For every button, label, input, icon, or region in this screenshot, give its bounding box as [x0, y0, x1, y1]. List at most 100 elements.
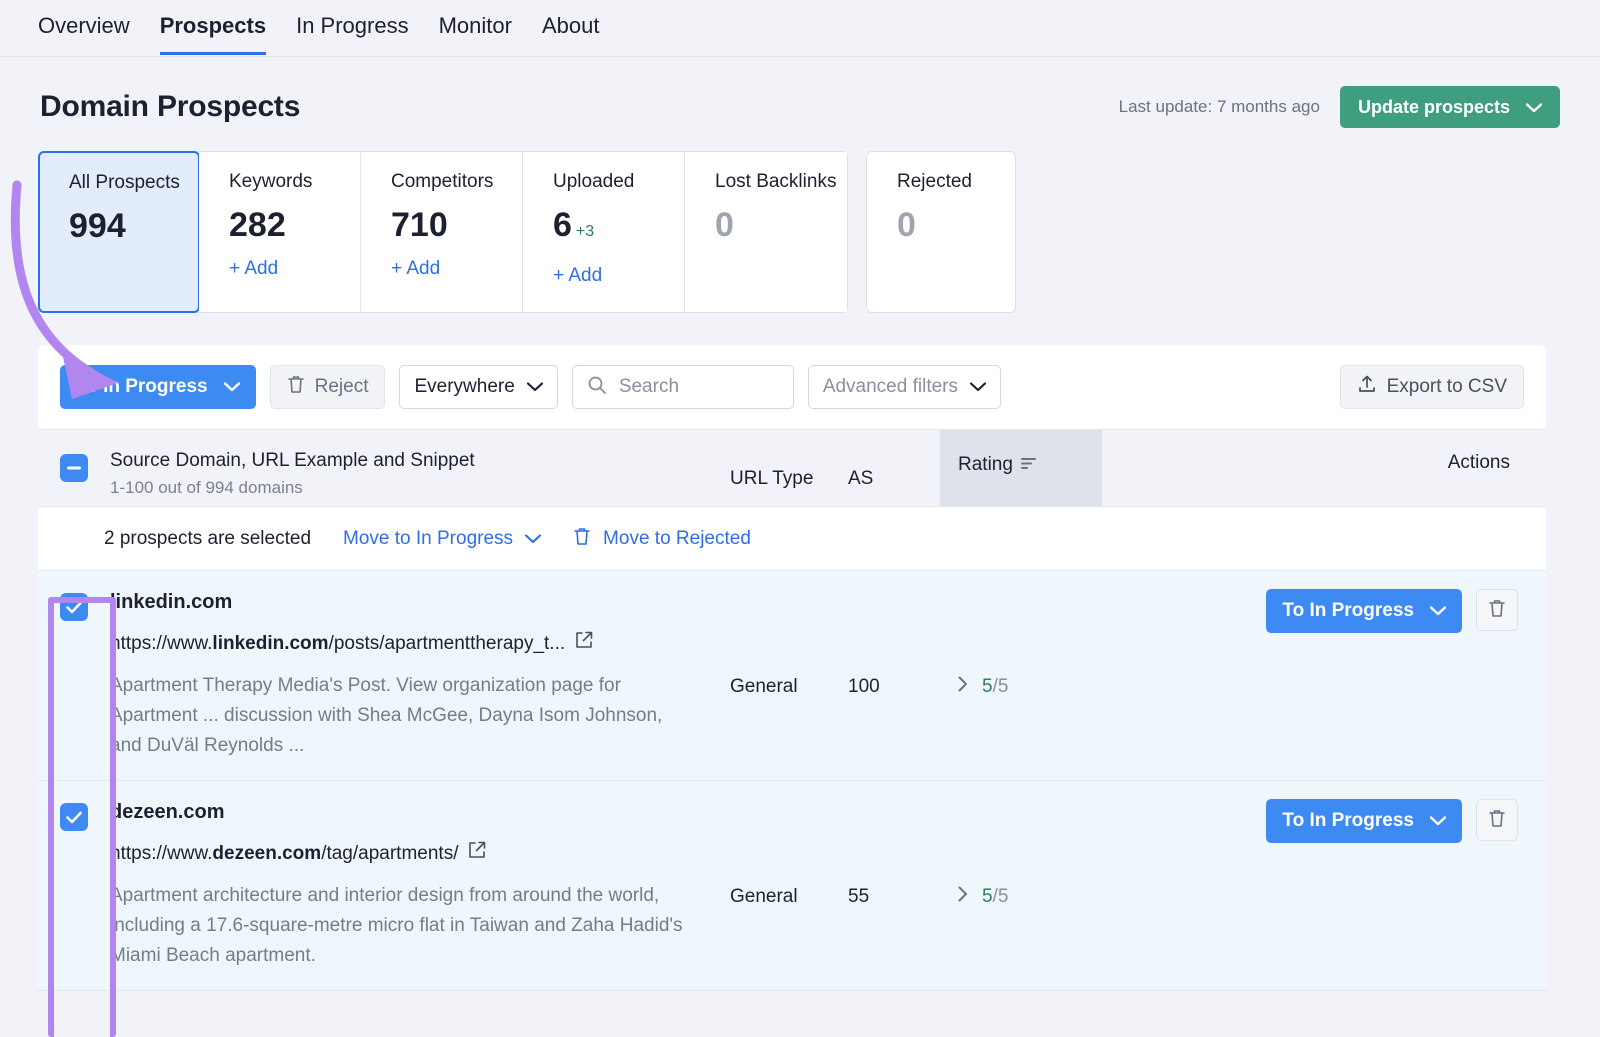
header-source-title: Source Domain, URL Example and Snippet: [110, 450, 475, 471]
header-url-type: URL Type: [730, 468, 814, 489]
tab-about[interactable]: About: [542, 12, 600, 55]
row-url[interactable]: https://www.linkedin.com/posts/apartment…: [110, 631, 700, 657]
row-to-in-progress-button[interactable]: To In Progress: [1266, 589, 1462, 633]
tab-monitor[interactable]: Monitor: [439, 12, 512, 55]
chevron-down-icon: [1525, 97, 1543, 118]
to-in-progress-label: To In Progress: [76, 376, 208, 397]
table-toolbar: To In Progress Reject Everywhere Advanc: [38, 345, 1546, 429]
header-rating[interactable]: Rating: [940, 430, 1102, 506]
row-as: 100: [848, 675, 880, 697]
row-source-cell: dezeen.com https://www.dezeen.com/tag/ap…: [110, 781, 730, 990]
row-to-in-progress-label: To In Progress: [1282, 600, 1414, 621]
row-select-cell: [38, 781, 110, 990]
prospects-panel: To In Progress Reject Everywhere Advanc: [38, 345, 1546, 991]
header-source-domain: Source Domain, URL Example and Snippet 1…: [110, 430, 730, 506]
select-all-cell: [38, 430, 110, 506]
move-to-rejected-label: Move to Rejected: [603, 527, 751, 549]
row-url[interactable]: https://www.dezeen.com/tag/apartments/: [110, 841, 700, 867]
row-rating: 5/5: [940, 781, 1102, 990]
update-prospects-label: Update prospects: [1357, 96, 1510, 117]
stat-card-number: 6: [553, 206, 572, 244]
stat-card-label: Competitors: [391, 171, 494, 192]
row-delete-button[interactable]: [1476, 799, 1518, 841]
search-icon: [587, 375, 607, 400]
stat-card-value: 0: [897, 206, 916, 244]
move-to-in-progress-link[interactable]: Move to In Progress: [343, 527, 542, 550]
tab-overview[interactable]: Overview: [38, 12, 130, 55]
reject-label: Reject: [314, 376, 369, 397]
scope-select[interactable]: Everywhere: [399, 365, 558, 409]
external-link-icon[interactable]: [468, 841, 486, 867]
trash-icon: [573, 526, 591, 552]
stat-card-uploaded[interactable]: Uploaded 6 +3 + Add: [523, 152, 685, 312]
row-snippet: Apartment architecture and interior desi…: [110, 885, 683, 966]
last-update-text: Last update: 7 months ago: [1118, 97, 1320, 116]
move-to-in-progress-label: Move to In Progress: [343, 527, 514, 549]
trash-icon: [1488, 598, 1506, 623]
row-domain-name: linkedin.com: [110, 591, 233, 613]
external-link-icon[interactable]: [575, 631, 593, 657]
row-to-in-progress-button[interactable]: To In Progress: [1266, 799, 1462, 843]
row-url-type: General: [730, 885, 798, 907]
stat-card-label: Uploaded: [553, 171, 635, 192]
to-in-progress-button[interactable]: To In Progress: [60, 365, 256, 409]
stat-card-rejected[interactable]: Rejected 0: [866, 151, 1016, 313]
chevron-down-icon: [969, 376, 987, 398]
trash-icon: [1488, 808, 1506, 833]
table-header-row: Source Domain, URL Example and Snippet 1…: [38, 429, 1546, 507]
row-source-cell: linkedin.com https://www.linkedin.com/po…: [110, 571, 730, 780]
stat-card-competitors[interactable]: Competitors 710 + Add: [361, 152, 523, 312]
chevron-down-icon: [223, 376, 240, 398]
header-as: AS: [848, 468, 874, 489]
upload-icon: [1357, 374, 1377, 400]
stat-card-lost-backlinks[interactable]: Lost Backlinks 0: [685, 152, 847, 312]
stat-card-label: All Prospects: [69, 172, 180, 193]
advanced-filters-select[interactable]: Advanced filters: [807, 365, 1001, 409]
export-csv-label: Export to CSV: [1386, 376, 1507, 397]
chevron-right-icon[interactable]: [958, 676, 968, 697]
row-actions: To In Progress: [1246, 571, 1546, 780]
scope-select-value: Everywhere: [414, 376, 515, 397]
update-prospects-button[interactable]: Update prospects: [1339, 86, 1560, 128]
stat-cards: All Prospects 994 Keywords 282 + Add Com…: [38, 151, 1600, 313]
stat-card-value: 6 +3: [553, 204, 684, 253]
move-to-rejected-link[interactable]: Move to Rejected: [573, 526, 751, 552]
header-actions: Last update: 7 months ago Update prospec…: [1119, 86, 1560, 128]
page-title: Domain Prospects: [40, 90, 301, 123]
row-select-cell: [38, 571, 110, 780]
row-actions: To In Progress: [1246, 781, 1546, 990]
add-keywords-link[interactable]: + Add: [229, 258, 360, 280]
chevron-right-icon[interactable]: [958, 886, 968, 907]
header-spacer: [1102, 430, 1386, 506]
row-checkbox[interactable]: [60, 593, 88, 621]
stat-card-keywords[interactable]: Keywords 282 + Add: [199, 152, 361, 312]
page-header: Domain Prospects Last update: 7 months a…: [0, 57, 1600, 135]
stat-card-value: 994: [69, 207, 126, 245]
search-input[interactable]: [618, 376, 779, 398]
stat-card-delta: +3: [575, 223, 595, 240]
stat-card-all-prospects[interactable]: All Prospects 994: [38, 151, 200, 313]
row-checkbox[interactable]: [60, 803, 88, 831]
stat-card-label: Rejected: [897, 171, 972, 192]
stat-card-value: 710: [391, 206, 448, 244]
reject-button[interactable]: Reject: [269, 365, 386, 409]
selection-bar: 2 prospects are selected Move to In Prog…: [38, 507, 1546, 571]
selection-count: 2 prospects are selected: [104, 527, 312, 549]
tab-in-progress[interactable]: In Progress: [296, 12, 409, 55]
add-uploaded-link[interactable]: + Add: [553, 265, 684, 287]
export-csv-button[interactable]: Export to CSV: [1339, 365, 1524, 409]
search-box[interactable]: [571, 365, 794, 409]
add-competitors-link[interactable]: + Add: [391, 258, 522, 280]
header-rating-label: Rating: [958, 454, 1013, 475]
row-snippet: Apartment Therapy Media's Post. View org…: [110, 675, 663, 756]
row-spacer: [1102, 781, 1246, 990]
row-delete-button[interactable]: [1476, 589, 1518, 631]
header-actions: Actions: [1447, 452, 1510, 473]
main-nav: Overview Prospects In Progress Monitor A…: [0, 0, 1600, 57]
tab-prospects[interactable]: Prospects: [159, 12, 267, 55]
select-all-checkbox[interactable]: [60, 454, 88, 482]
chevron-down-icon: [526, 376, 543, 398]
sort-icon[interactable]: [1020, 457, 1037, 475]
row-spacer: [1102, 571, 1246, 780]
advanced-filters-label: Advanced filters: [822, 376, 958, 397]
